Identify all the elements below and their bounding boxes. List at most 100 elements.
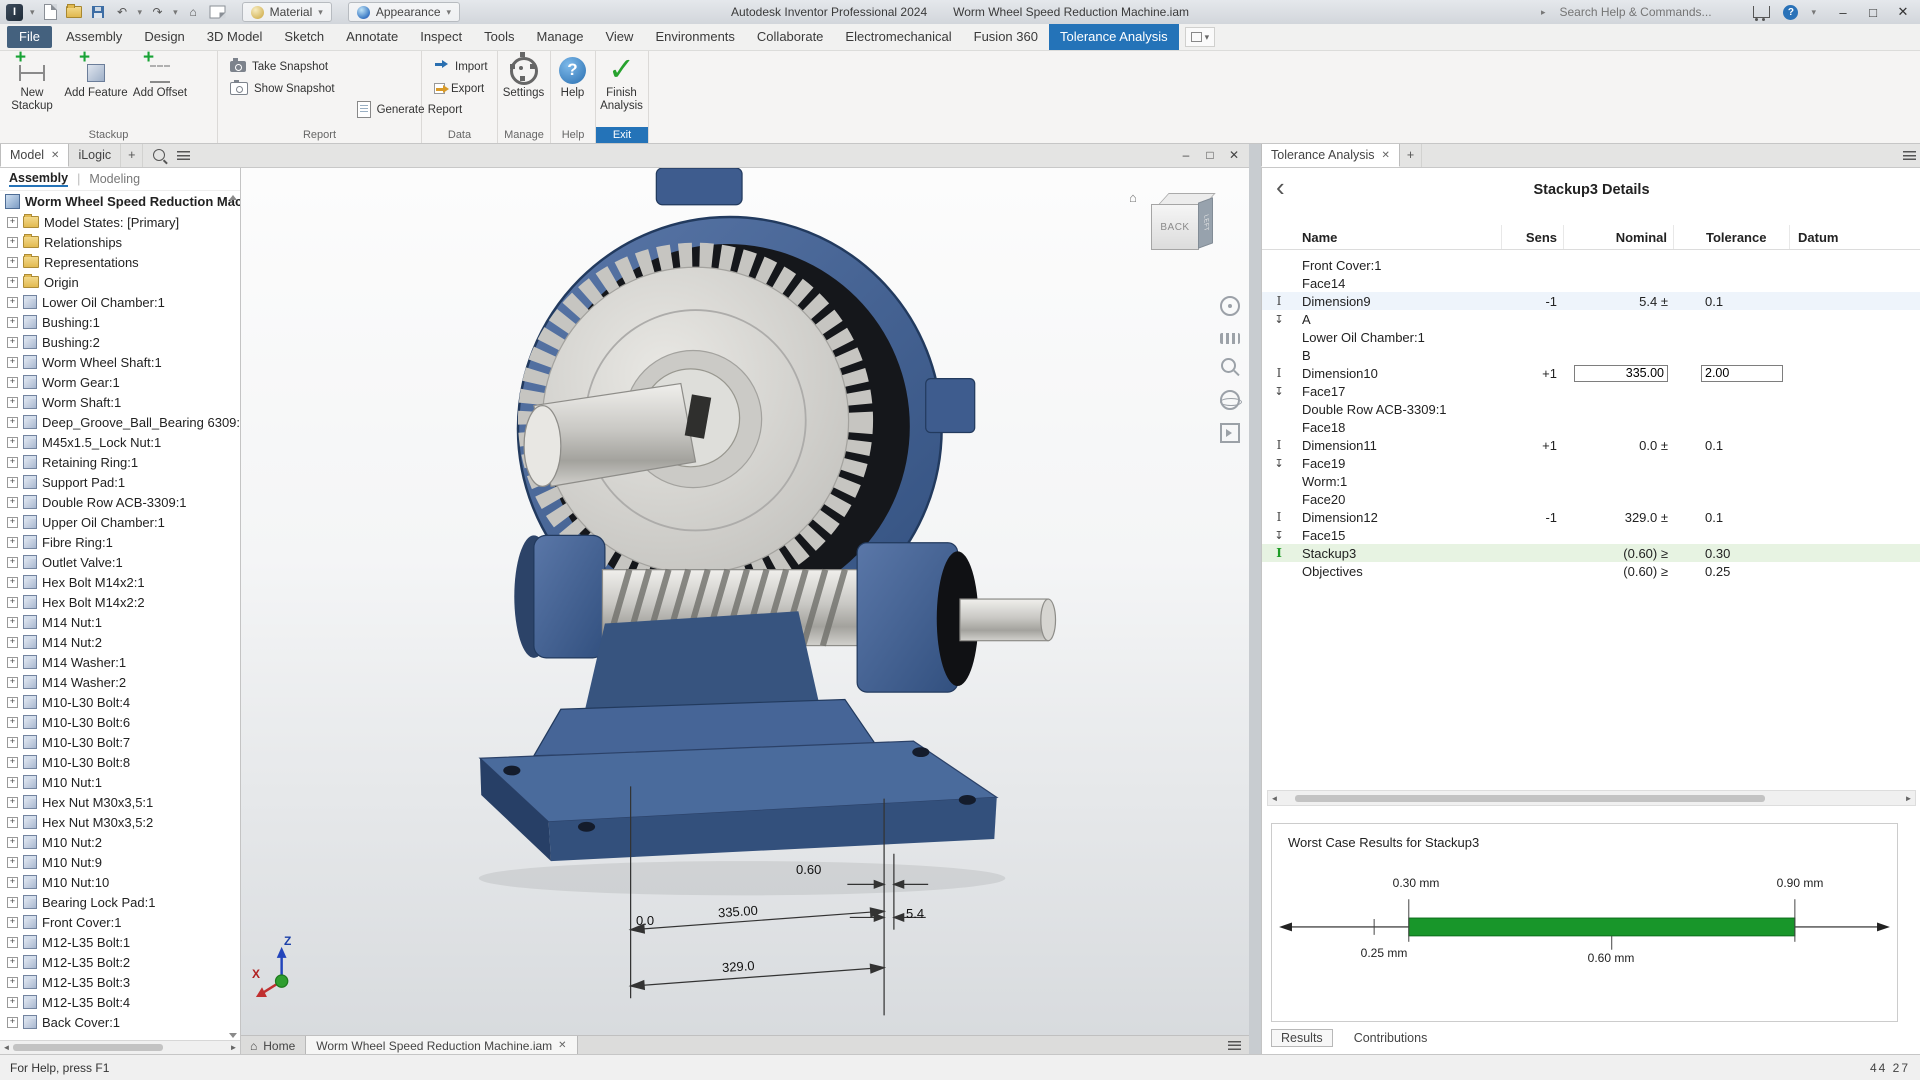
tab-home[interactable]: ⌂ Home — [240, 1036, 305, 1055]
tree-item-m10-nut-10[interactable]: +M10 Nut:10 — [0, 872, 240, 892]
expander-icon[interactable]: + — [7, 237, 18, 248]
import-button[interactable]: Import — [430, 57, 492, 76]
expander-icon[interactable]: + — [7, 857, 18, 868]
ribbon-tab-view[interactable]: View — [594, 24, 644, 50]
tree-item-outlet-valve-1[interactable]: +Outlet Valve:1 — [0, 552, 240, 572]
expander-icon[interactable]: + — [7, 977, 18, 988]
tree-item-model-states-primary[interactable]: +Model States: [Primary] — [0, 212, 240, 232]
tree-item-m10-l30-bolt-4[interactable]: +M10-L30 Bolt:4 — [0, 692, 240, 712]
restore-doc-icon[interactable]: □ — [1199, 148, 1221, 162]
app-store-cart-icon[interactable] — [1753, 4, 1770, 21]
full-navigation-wheel-icon[interactable] — [1220, 296, 1240, 316]
ribbon-tab-assembly[interactable]: Assembly — [55, 24, 133, 50]
take-snapshot-button[interactable]: Take Snapshot — [226, 57, 339, 76]
expander-icon[interactable]: + — [7, 937, 18, 948]
tree-item-m45x1-5-lock-nut-1[interactable]: +M45x1.5_Lock Nut:1 — [0, 432, 240, 452]
tree-item-origin[interactable]: +Origin — [0, 272, 240, 292]
stackup-row-b[interactable]: B — [1262, 346, 1920, 364]
ribbon-tab-sketch[interactable]: Sketch — [273, 24, 335, 50]
scrollbar-thumb[interactable] — [13, 1044, 163, 1051]
ribbon-tab-environments[interactable]: Environments — [644, 24, 745, 50]
tree-root[interactable]: Worm Wheel Speed Reduction Machine — [0, 191, 240, 212]
tree-item-support-pad-1[interactable]: +Support Pad:1 — [0, 472, 240, 492]
viewcube-front-face[interactable]: BACK — [1151, 204, 1199, 250]
tab-tolerance-analysis[interactable]: Tolerance Analysis ✕ — [1261, 143, 1400, 167]
show-snapshot-button[interactable]: Show Snapshot — [226, 79, 339, 98]
tree-item-m12-l35-bolt-2[interactable]: +M12-L35 Bolt:2 — [0, 952, 240, 972]
browser-hscrollbar[interactable]: ◄ ► — [0, 1040, 240, 1054]
group-label-exit[interactable]: Exit — [596, 127, 648, 143]
group-label-stackup[interactable]: Stackup — [0, 127, 217, 143]
panel-menu-icon[interactable] — [177, 151, 190, 160]
search-expand-icon[interactable]: ▸ — [1541, 7, 1546, 18]
expander-icon[interactable]: + — [7, 897, 18, 908]
expander-icon[interactable]: + — [7, 597, 18, 608]
tab-ilogic[interactable]: iLogic — [69, 143, 121, 167]
expander-icon[interactable]: + — [7, 517, 18, 528]
tree-scroll-down-icon[interactable] — [229, 1033, 237, 1038]
expander-icon[interactable]: + — [7, 737, 18, 748]
tab-document[interactable]: Worm Wheel Speed Reduction Machine.iam ✕ — [305, 1036, 577, 1055]
expander-icon[interactable]: + — [7, 717, 18, 728]
stackup-row-dimension12[interactable]: IDimension12-1329.0 ±0.1 — [1262, 508, 1920, 526]
tree-item-m10-nut-1[interactable]: +M10 Nut:1 — [0, 772, 240, 792]
expander-icon[interactable]: + — [7, 837, 18, 848]
scroll-left-icon[interactable]: ◄ — [1268, 792, 1281, 805]
expander-icon[interactable]: + — [7, 777, 18, 788]
expander-icon[interactable]: + — [7, 797, 18, 808]
tab-model[interactable]: Model ✕ — [0, 143, 69, 167]
expander-icon[interactable]: + — [7, 337, 18, 348]
appearance-dropdown[interactable]: Appearance ▾ — [348, 2, 460, 22]
column-nominal[interactable]: Nominal — [1563, 225, 1673, 249]
stackup-row-dimension9[interactable]: IDimension9-15.4 ±0.1 — [1262, 292, 1920, 310]
undo-icon[interactable]: ↶ — [114, 4, 131, 21]
export-button[interactable]: Export — [430, 79, 492, 98]
help-caret-icon[interactable]: ▾ — [1811, 7, 1816, 18]
tree-item-worm-wheel-shaft-1[interactable]: +Worm Wheel Shaft:1 — [0, 352, 240, 372]
ribbon-tab-manage[interactable]: Manage — [526, 24, 595, 50]
scroll-left-icon[interactable]: ◄ — [0, 1041, 13, 1054]
expander-icon[interactable]: + — [7, 757, 18, 768]
group-label-report[interactable]: Report — [218, 127, 421, 143]
tree-item-m10-l30-bolt-6[interactable]: +M10-L30 Bolt:6 — [0, 712, 240, 732]
tree-item-worm-gear-1[interactable]: +Worm Gear:1 — [0, 372, 240, 392]
add-panel-tab-button[interactable]: + — [1400, 143, 1422, 167]
tree-item-lower-oil-chamber-1[interactable]: +Lower Oil Chamber:1 — [0, 292, 240, 312]
ribbon-tab-design[interactable]: Design — [133, 24, 195, 50]
expander-icon[interactable]: + — [7, 997, 18, 1008]
expander-icon[interactable]: + — [7, 957, 18, 968]
tree-item-hex-nut-m30x3-5-1[interactable]: +Hex Nut M30x3,5:1 — [0, 792, 240, 812]
tree-item-retaining-ring-1[interactable]: +Retaining Ring:1 — [0, 452, 240, 472]
expander-icon[interactable]: + — [7, 637, 18, 648]
app-menu-caret-icon[interactable]: ▾ — [30, 7, 35, 18]
expander-icon[interactable]: + — [7, 497, 18, 508]
material-dropdown[interactable]: Material ▾ — [242, 2, 332, 22]
tree-item-hex-bolt-m14x2-1[interactable]: +Hex Bolt M14x2:1 — [0, 572, 240, 592]
scroll-right-icon[interactable]: ► — [227, 1041, 240, 1054]
settings-button[interactable]: Settings — [498, 50, 549, 100]
stackup-row-face19[interactable]: ↧Face19 — [1262, 454, 1920, 472]
pan-icon[interactable] — [1220, 333, 1240, 344]
tree-item-bearing-lock-pad-1[interactable]: +Bearing Lock Pad:1 — [0, 892, 240, 912]
finish-analysis-button[interactable]: ✓ Finish Analysis — [596, 50, 647, 113]
nominal-input[interactable] — [1574, 365, 1668, 382]
ribbon-tab-tools[interactable]: Tools — [473, 24, 525, 50]
tree-item-deep-groove-ball-bearing-6309-1[interactable]: +Deep_Groove_Ball_Bearing 6309:1 — [0, 412, 240, 432]
tab-results[interactable]: Results — [1271, 1029, 1333, 1047]
tree-item-front-cover-1[interactable]: +Front Cover:1 — [0, 912, 240, 932]
panel-hscrollbar[interactable]: ◄ ► — [1267, 790, 1916, 806]
stackup-row-front-cover-1[interactable]: Front Cover:1 — [1262, 256, 1920, 274]
tree-item-m14-nut-1[interactable]: +M14 Nut:1 — [0, 612, 240, 632]
expander-icon[interactable]: + — [7, 617, 18, 628]
tolerance-input[interactable] — [1701, 365, 1783, 382]
expander-icon[interactable]: + — [7, 297, 18, 308]
ribbon-tab-fusion-360[interactable]: Fusion 360 — [963, 24, 1049, 50]
scroll-right-icon[interactable]: ► — [1902, 792, 1915, 805]
stackup-row-dimension10[interactable]: IDimension10+1 — [1262, 364, 1920, 382]
viewport-3d[interactable]: 0.60 335.00 0.0 5.4 329.0 Z X ⌂ BACK LEF… — [240, 168, 1249, 1035]
column-name[interactable]: Name — [1296, 225, 1501, 249]
stackup-row-face17[interactable]: ↧Face17 — [1262, 382, 1920, 400]
close-icon[interactable]: ✕ — [558, 1040, 566, 1051]
ribbon-display-toggle[interactable]: ▾ — [1185, 27, 1216, 47]
help-button[interactable]: ? Help — [551, 50, 594, 100]
